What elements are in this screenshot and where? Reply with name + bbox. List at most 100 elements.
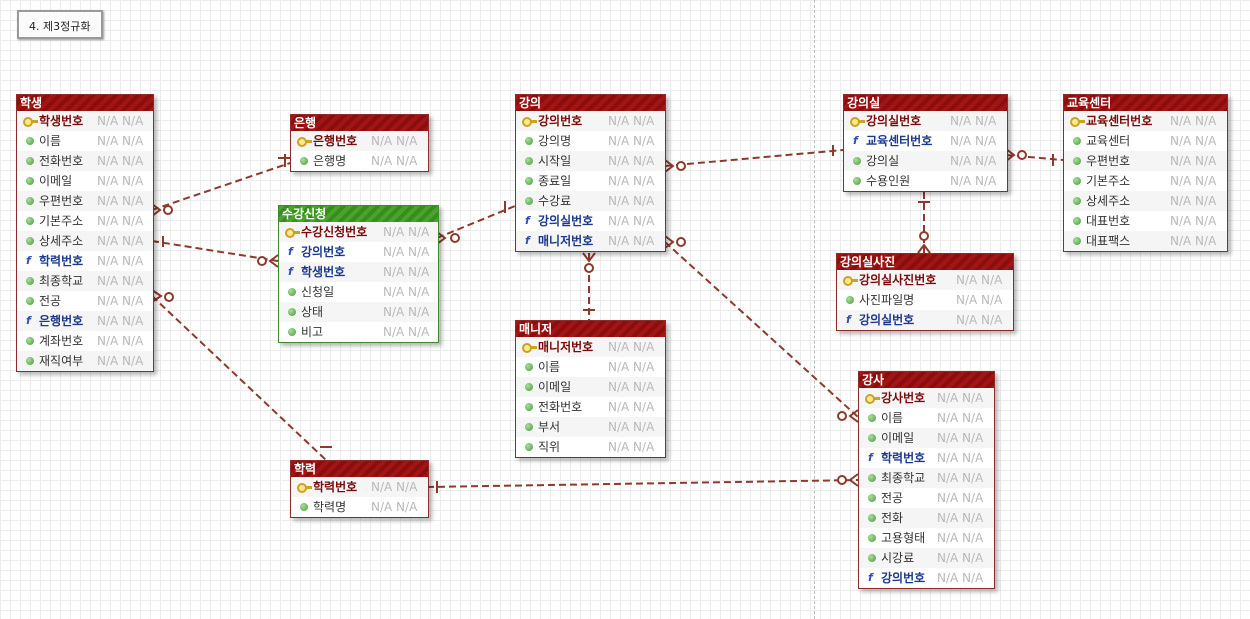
relation-classroom-lecture[interactable] bbox=[664, 145, 844, 173]
entity-row[interactable]: f 강의실번호 N/A N/A bbox=[516, 211, 665, 231]
entity-row[interactable]: 강사번호 N/A N/A bbox=[859, 388, 994, 408]
attribute-icon bbox=[522, 131, 536, 151]
attribute-type: N/A N/A bbox=[97, 214, 144, 228]
entity-row[interactable]: 학력명 N/A N/A bbox=[291, 497, 428, 517]
primary-key-icon bbox=[297, 131, 312, 151]
entity-row[interactable]: 우편번호 N/A N/A bbox=[17, 191, 153, 211]
attribute-name: 신청일 bbox=[301, 285, 335, 299]
entity-row[interactable]: 재직여부 N/A N/A bbox=[17, 351, 153, 371]
entity-row[interactable]: 은행번호 N/A N/A bbox=[291, 131, 428, 151]
entity-row[interactable]: 종료일 N/A N/A bbox=[516, 171, 665, 191]
entity-row[interactable]: f 은행번호 N/A N/A bbox=[17, 311, 153, 331]
entity-row[interactable]: 이메일 N/A N/A bbox=[17, 171, 153, 191]
entity-row[interactable]: f 학력번호 N/A N/A bbox=[859, 448, 994, 468]
entity-center[interactable]: 교육센터 교육센터번호 N/A N/A 교육센터 N/A N/A 우편번호 N/A N/A… bbox=[1063, 94, 1228, 252]
relation-classroom-photo[interactable] bbox=[917, 192, 931, 254]
entity-student[interactable]: 학생 학생번호 N/A N/A 이름 N/A N/A 전화번호 N/A N/A 이메일 N/A… bbox=[16, 94, 154, 372]
entity-bank[interactable]: 은행 은행번호 N/A N/A 은행명 N/A N/A bbox=[290, 114, 429, 172]
entity-row[interactable]: 신청일 N/A N/A bbox=[279, 282, 438, 302]
entity-row[interactable]: 전공 N/A N/A bbox=[859, 488, 994, 508]
attribute-icon bbox=[1070, 151, 1084, 171]
attribute-type: N/A N/A bbox=[371, 500, 418, 514]
entity-row[interactable]: 이름 N/A N/A bbox=[17, 131, 153, 151]
attribute-type: N/A N/A bbox=[97, 274, 144, 288]
entity-row[interactable]: 전공 N/A N/A bbox=[17, 291, 153, 311]
entity-row[interactable]: 비고 N/A N/A bbox=[279, 322, 438, 342]
entity-row[interactable]: 시작일 N/A N/A bbox=[516, 151, 665, 171]
relation-center-classroom[interactable] bbox=[1005, 148, 1064, 166]
entity-row[interactable]: f 강의실번호 N/A N/A bbox=[837, 310, 1013, 330]
attribute-icon bbox=[23, 151, 37, 171]
entity-row[interactable]: 은행명 N/A N/A bbox=[291, 151, 428, 171]
attribute-name: 이름 bbox=[538, 360, 561, 374]
entity-row[interactable]: f 매니저번호 N/A N/A bbox=[516, 231, 665, 251]
attribute-type: N/A N/A bbox=[1170, 214, 1217, 228]
entity-row[interactable]: 우편번호 N/A N/A bbox=[1064, 151, 1227, 171]
relation-manager-lecture[interactable] bbox=[582, 252, 596, 320]
entity-row[interactable]: f 학생번호 N/A N/A bbox=[279, 262, 438, 282]
entity-row[interactable]: 상세주소 N/A N/A bbox=[17, 231, 153, 251]
entity-row[interactable]: 기본주소 N/A N/A bbox=[17, 211, 153, 231]
foreign-key-icon: f bbox=[288, 245, 293, 258]
entity-row[interactable]: 상태 N/A N/A bbox=[279, 302, 438, 322]
entity-row[interactable]: 강의명 N/A N/A bbox=[516, 131, 665, 151]
entity-manager[interactable]: 매니저 매니저번호 N/A N/A 이름 N/A N/A 이메일 N/A N/A 전화번호 N… bbox=[515, 320, 666, 458]
entity-row[interactable]: 최종학교 N/A N/A bbox=[17, 271, 153, 291]
entity-row[interactable]: 부서 N/A N/A bbox=[516, 417, 665, 437]
entity-row[interactable]: 직위 N/A N/A bbox=[516, 437, 665, 457]
entity-row[interactable]: 강의번호 N/A N/A bbox=[516, 111, 665, 131]
entity-enrollment[interactable]: 수강신청 수강신청번호 N/A N/A f 강의번호 N/A N/A f 학생번호 N/A N… bbox=[278, 205, 439, 343]
entity-row[interactable]: 대표번호 N/A N/A bbox=[1064, 211, 1227, 231]
entity-row[interactable]: 시강료 N/A N/A bbox=[859, 548, 994, 568]
entity-instructor[interactable]: 강사 강사번호 N/A N/A 이름 N/A N/A 이메일 N/A N/A f 학력번호 N/… bbox=[858, 371, 995, 589]
relation-education-instructor[interactable] bbox=[426, 473, 859, 493]
entity-row[interactable]: 교육센터 N/A N/A bbox=[1064, 131, 1227, 151]
entity-row[interactable]: 수용인원 N/A N/A bbox=[844, 171, 1007, 191]
attribute-name: 강사번호 bbox=[881, 391, 926, 405]
entity-row[interactable]: 상세주소 N/A N/A bbox=[1064, 191, 1227, 211]
relation-lecture-enrollment[interactable] bbox=[436, 201, 516, 245]
entity-row[interactable]: 전화번호 N/A N/A bbox=[17, 151, 153, 171]
entity-row[interactable]: 고용형태 N/A N/A bbox=[859, 528, 994, 548]
entity-classroom[interactable]: 강의실 강의실번호 N/A N/A f 교육센터번호 N/A N/A 강의실 N/A N/A… bbox=[843, 94, 1008, 192]
attribute-type: N/A N/A bbox=[1170, 114, 1217, 128]
entity-row[interactable]: f 강의번호 N/A N/A bbox=[859, 568, 994, 588]
entity-row[interactable]: 계좌번호 N/A N/A bbox=[17, 331, 153, 351]
entity-row[interactable]: f 학력번호 N/A N/A bbox=[17, 251, 153, 271]
attribute-name: 비고 bbox=[301, 325, 324, 339]
relation-lecture-instructor[interactable] bbox=[664, 235, 859, 423]
attribute-icon bbox=[23, 131, 37, 151]
attribute-icon bbox=[285, 322, 299, 342]
entity-row[interactable]: 이름 N/A N/A bbox=[516, 357, 665, 377]
entity-row[interactable]: 기본주소 N/A N/A bbox=[1064, 171, 1227, 191]
attribute-name: 최종학교 bbox=[881, 471, 926, 485]
entity-row[interactable]: 교육센터번호 N/A N/A bbox=[1064, 111, 1227, 131]
entity-row[interactable]: 수강신청번호 N/A N/A bbox=[279, 222, 438, 242]
entity-row[interactable]: 학력번호 N/A N/A bbox=[291, 477, 428, 497]
entity-row[interactable]: 강의실 N/A N/A bbox=[844, 151, 1007, 171]
entity-row[interactable]: 강의실사진번호 N/A N/A bbox=[837, 270, 1013, 290]
entity-row[interactable]: 전화 N/A N/A bbox=[859, 508, 994, 528]
entity-row[interactable]: 이메일 N/A N/A bbox=[859, 428, 994, 448]
relation-student-enrollment[interactable] bbox=[151, 236, 279, 268]
entity-row[interactable]: 이메일 N/A N/A bbox=[516, 377, 665, 397]
entity-row[interactable]: 학생번호 N/A N/A bbox=[17, 111, 153, 131]
entity-row[interactable]: 사진파일명 N/A N/A bbox=[837, 290, 1013, 310]
relation-bank-student[interactable] bbox=[151, 154, 292, 217]
entity-row[interactable]: 강의실번호 N/A N/A bbox=[844, 111, 1007, 131]
attribute-name: 전공 bbox=[39, 294, 62, 308]
primary-key-icon bbox=[522, 337, 537, 357]
entity-row[interactable]: 대표팩스 N/A N/A bbox=[1064, 231, 1227, 251]
entity-row[interactable]: 수강료 N/A N/A bbox=[516, 191, 665, 211]
entity-classroom-photo[interactable]: 강의실사진 강의실사진번호 N/A N/A 사진파일명 N/A N/A f 강의실번호 N/… bbox=[836, 253, 1014, 331]
attribute-name: 계좌번호 bbox=[39, 334, 84, 348]
entity-row[interactable]: 전화번호 N/A N/A bbox=[516, 397, 665, 417]
entity-lecture[interactable]: 강의 강의번호 N/A N/A 강의명 N/A N/A 시작일 N/A N/A 종료일 N/A… bbox=[515, 94, 666, 252]
entity-row[interactable]: 최종학교 N/A N/A bbox=[859, 468, 994, 488]
attribute-type: N/A N/A bbox=[608, 234, 655, 248]
entity-row[interactable]: 매니저번호 N/A N/A bbox=[516, 337, 665, 357]
entity-row[interactable]: f 강의번호 N/A N/A bbox=[279, 242, 438, 262]
entity-education[interactable]: 학력 학력번호 N/A N/A 학력명 N/A N/A bbox=[290, 460, 429, 518]
entity-row[interactable]: 이름 N/A N/A bbox=[859, 408, 994, 428]
entity-row[interactable]: f 교육센터번호 N/A N/A bbox=[844, 131, 1007, 151]
